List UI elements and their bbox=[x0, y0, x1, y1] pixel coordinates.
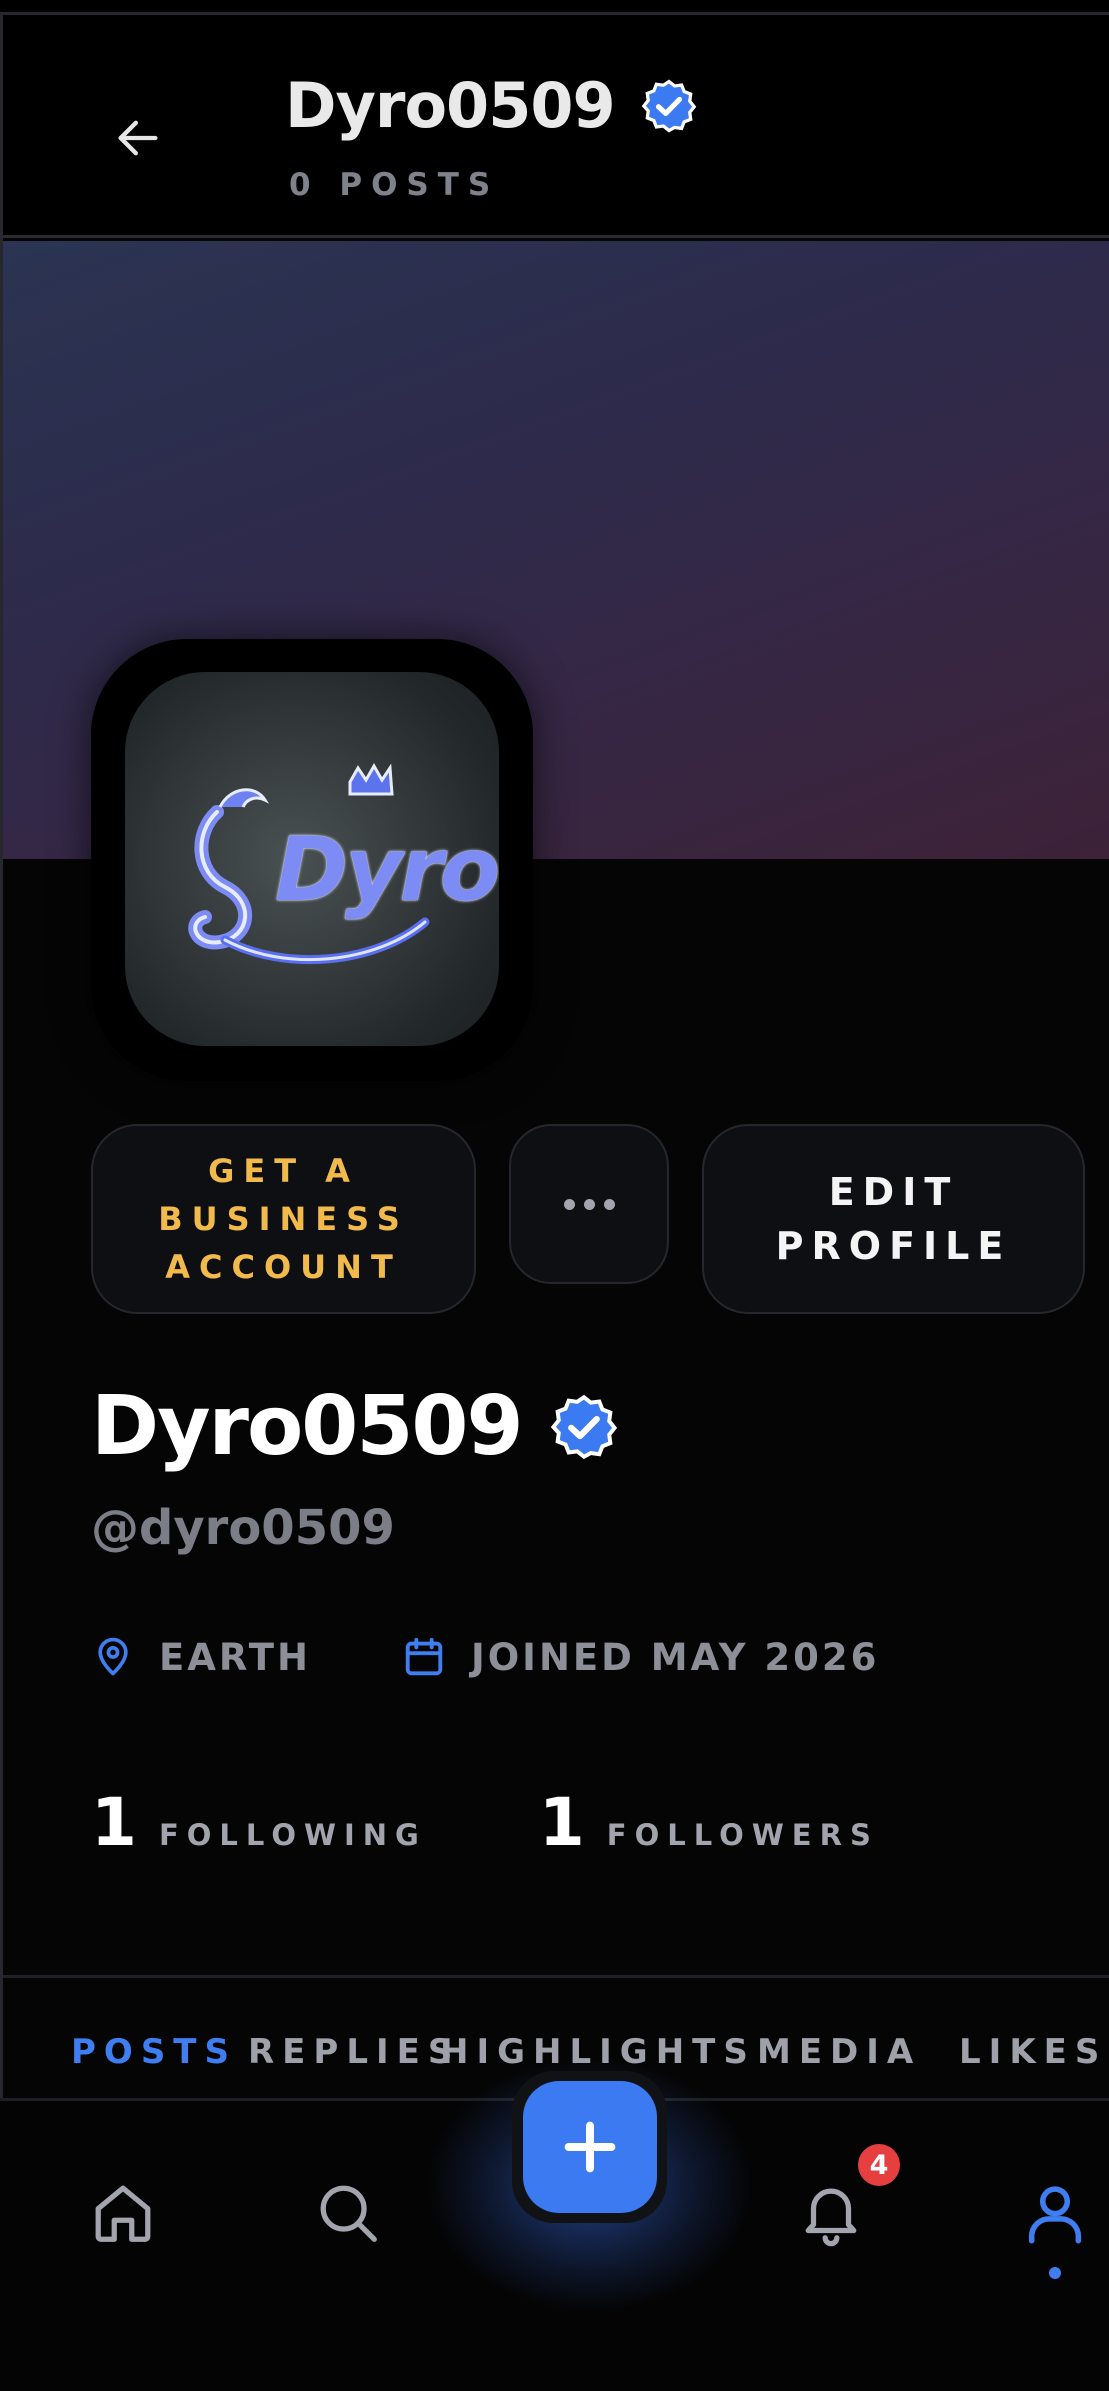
header-title-row: Dyro0509 bbox=[285, 75, 697, 137]
tab-posts[interactable]: POSTS bbox=[71, 2032, 237, 2072]
map-pin-icon bbox=[98, 1637, 128, 1676]
tab-replies[interactable]: REPLIES bbox=[248, 2032, 460, 2072]
display-name-row: Dyro0509 bbox=[91, 1386, 618, 1468]
followers-stat[interactable]: 1 FOLLOWERS bbox=[539, 1784, 879, 1861]
bell-icon bbox=[805, 2188, 857, 2247]
joined-text: JOINED MAY 2026 bbox=[470, 1635, 880, 1679]
avatar-logo-text: Dyro bbox=[275, 818, 499, 921]
arrow-left-icon bbox=[118, 120, 158, 156]
business-label-line1: GET A bbox=[208, 1152, 359, 1190]
following-label: FOLLOWING bbox=[158, 1818, 427, 1852]
active-tab-indicator bbox=[1049, 2267, 1061, 2279]
calendar-icon bbox=[405, 1637, 443, 1676]
business-label-line2: BUSINESS bbox=[158, 1200, 409, 1238]
nav-profile-button[interactable] bbox=[1010, 2168, 1100, 2258]
notifications-badge: 4 bbox=[858, 2144, 900, 2186]
user-icon bbox=[1028, 2186, 1082, 2244]
get-business-account-button[interactable]: GET A BUSINESS ACCOUNT bbox=[91, 1124, 476, 1314]
edit-label-line2: PROFILE bbox=[775, 1224, 1012, 1268]
business-label-line3: ACCOUNT bbox=[165, 1248, 402, 1286]
location-text: EARTH bbox=[159, 1635, 311, 1679]
followers-count: 1 bbox=[538, 1784, 585, 1861]
compose-button[interactable] bbox=[523, 2081, 657, 2213]
follow-stats: 1 FOLLOWING 1 FOLLOWERS bbox=[91, 1784, 991, 1861]
nav-home-button[interactable] bbox=[78, 2168, 168, 2258]
display-name: Dyro0509 bbox=[91, 1379, 524, 1474]
more-horizontal-icon bbox=[563, 1198, 615, 1210]
followers-label: FOLLOWERS bbox=[606, 1818, 879, 1852]
avatar-frame: Dyro bbox=[91, 639, 533, 1081]
search-icon bbox=[320, 2185, 377, 2242]
username-handle: @dyro0509 bbox=[91, 1500, 395, 1556]
avatar[interactable]: Dyro bbox=[125, 672, 499, 1046]
nav-notifications-button[interactable] bbox=[786, 2168, 876, 2258]
edit-label-line1: EDIT bbox=[828, 1170, 959, 1214]
tab-likes[interactable]: LIKES bbox=[959, 2032, 1107, 2072]
post-count: 0 POSTS bbox=[289, 167, 500, 203]
plus-icon bbox=[564, 2121, 616, 2173]
following-stat[interactable]: 1 FOLLOWING bbox=[91, 1784, 427, 1861]
profile-header: Dyro0509 0 POSTS bbox=[3, 15, 1109, 238]
more-options-button[interactable] bbox=[509, 1124, 669, 1284]
header-title: Dyro0509 bbox=[285, 69, 616, 142]
section-divider bbox=[3, 1975, 1109, 1978]
profile-meta: EARTH JOINED MAY 2026 bbox=[91, 1632, 879, 1682]
home-icon bbox=[95, 2185, 151, 2242]
verified-badge-icon bbox=[641, 79, 696, 133]
verified-badge-icon bbox=[550, 1394, 617, 1460]
tab-media[interactable]: MEDIA bbox=[757, 2032, 921, 2072]
back-button[interactable] bbox=[93, 93, 183, 183]
following-count: 1 bbox=[91, 1784, 137, 1861]
location-item: EARTH bbox=[91, 1632, 311, 1682]
joined-item: JOINED MAY 2026 bbox=[401, 1633, 879, 1681]
edit-profile-button[interactable]: EDIT PROFILE bbox=[702, 1124, 1085, 1314]
nav-search-button[interactable] bbox=[303, 2168, 393, 2258]
